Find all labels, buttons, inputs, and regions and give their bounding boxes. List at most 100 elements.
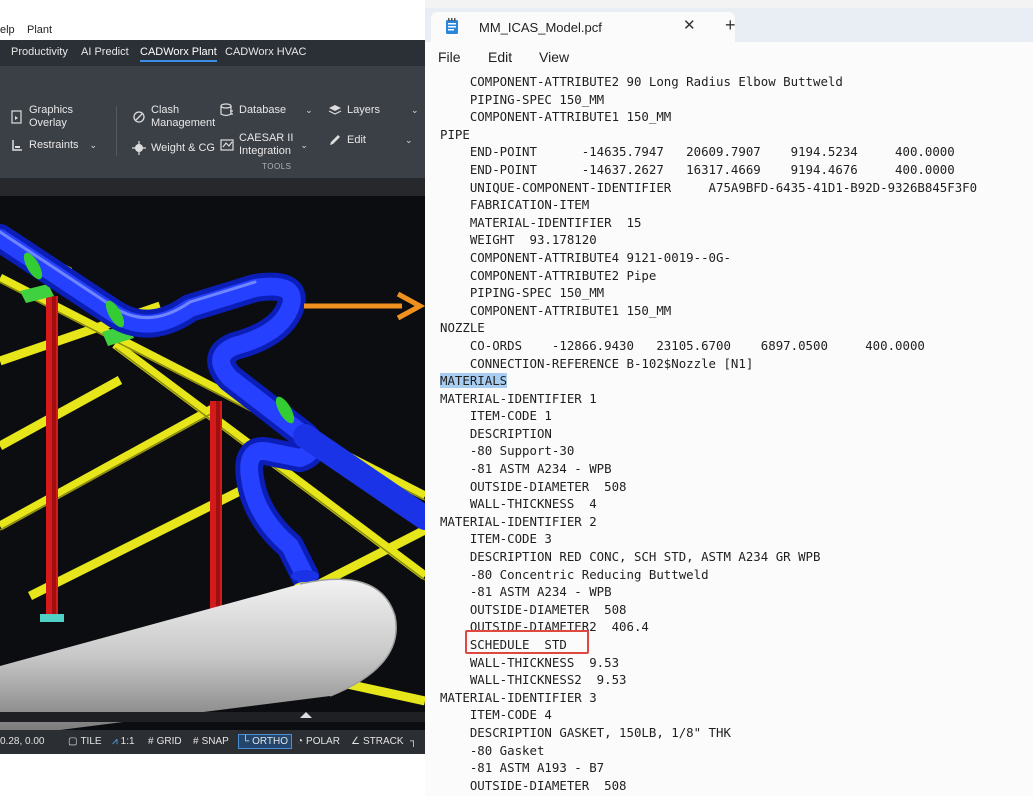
code-line: MATERIAL-IDENTIFIER 2 <box>440 513 977 531</box>
scale-icon: ⩘ <box>112 736 118 747</box>
code-line-text: MATERIAL-IDENTIFIER 2 <box>440 513 597 529</box>
ortho-icon: └ <box>242 736 250 747</box>
document-tab[interactable]: MM_ICAS_Model.pcf ✕ <box>431 12 735 42</box>
chevron-down-icon[interactable]: ⌄ <box>305 104 313 117</box>
document-tab-title: MM_ICAS_Model.pcf <box>479 20 602 35</box>
chevron-down-icon[interactable]: ⌄ <box>411 104 419 117</box>
code-line: DESCRIPTION GASKET, 150LB, 1/8" THK <box>440 724 977 742</box>
code-line: WALL-THICKNESS 4 <box>440 495 977 513</box>
code-line: OUTSIDE-DIAMETER 508 <box>440 777 977 795</box>
weight-cg-button[interactable]: Weight & CG <box>132 141 215 155</box>
code-line: ITEM-CODE 4 <box>440 706 977 724</box>
ribbon-group-label: TOOLS <box>262 162 292 171</box>
layers-button[interactable]: Layers ⌄ <box>328 103 419 117</box>
code-line: OUTSIDE-DIAMETER 508 <box>440 478 977 496</box>
clash-icon <box>133 111 145 123</box>
status-strack[interactable]: ∠ STRACK <box>351 736 404 747</box>
edit-label: Edit <box>347 133 366 146</box>
code-line-text: PIPING-SPEC 150_MM <box>440 285 605 301</box>
restraints-button[interactable]: Restraints ⌄ <box>10 138 97 152</box>
code-line: CONNECTION-REFERENCE B-102$Nozzle [N1] <box>440 355 977 373</box>
code-line: COMPONENT-ATTRIBUTE1 150_MM <box>440 108 977 126</box>
code-line-text: MATERIAL-IDENTIFIER 1 <box>440 390 597 406</box>
code-line: -81 ASTM A234 - WPB <box>440 583 977 601</box>
code-line: ITEM-CODE 1 <box>440 407 977 425</box>
3d-viewport[interactable] <box>0 196 425 730</box>
code-line-text: WALL-THICKNESS 9.53 <box>440 654 620 670</box>
code-line: PIPING-SPEC 150_MM <box>440 91 977 109</box>
graphics-overlay-label: Graphics Overlay <box>29 104 74 129</box>
code-line: COMPONENT-ATTRIBUTE4 9121-0019--0G- <box>440 249 977 267</box>
code-line: DESCRIPTION RED CONC, SCH STD, ASTM A234… <box>440 548 977 566</box>
menu-edit[interactable]: Edit <box>488 49 512 65</box>
chevron-down-icon[interactable]: ⌄ <box>405 134 413 147</box>
new-tab-icon[interactable]: + <box>725 15 736 36</box>
pcf-file-content: COMPONENT-ATTRIBUTE2 90 Long Radius Elbo… <box>440 73 977 794</box>
tab-cadworx-hvac[interactable]: CADWorx HVAC <box>225 46 307 58</box>
code-line: MATERIAL-IDENTIFIER 1 <box>440 390 977 408</box>
tab-productivity[interactable]: Productivity <box>11 46 68 58</box>
code-line: COMPONENT-ATTRIBUTE1 150_MM <box>440 302 977 320</box>
graphics-overlay-icon <box>11 110 22 124</box>
ribbon-tabs: Productivity AI Predict CADWorx Plant CA… <box>0 40 425 66</box>
viewport-scrollbar <box>0 712 425 722</box>
menu-file[interactable]: File <box>438 49 461 65</box>
status-snap[interactable]: # SNAP <box>193 736 229 747</box>
viewport-header-bar <box>0 178 425 196</box>
chevron-down-icon[interactable]: ⌄ <box>90 139 98 152</box>
caesar-icon <box>220 139 234 151</box>
status-more-icon[interactable]: ┐ <box>410 736 417 747</box>
code-line-text: ITEM-CODE 1 <box>440 408 552 424</box>
code-line: FABRICATION-ITEM <box>440 196 977 214</box>
tab-ai-predict[interactable]: AI Predict <box>81 46 129 58</box>
code-line-text: COMPONENT-ATTRIBUTE1 150_MM <box>440 302 672 318</box>
center-of-gravity-icon <box>132 141 146 155</box>
code-line: MATERIAL-IDENTIFIER 15 <box>440 214 977 232</box>
status-polar[interactable]: ◔ POLAR <box>297 736 340 747</box>
code-line-text: -81 ASTM A234 - WPB <box>440 461 612 477</box>
cad-menubar: elp Plant <box>0 20 425 40</box>
coordinate-readout: 0.28, 0.00 <box>0 736 45 747</box>
notepad-menubar: File Edit View <box>425 42 1033 72</box>
clash-management-button[interactable]: Clash Management <box>132 104 215 130</box>
menu-plant[interactable]: Plant <box>27 24 52 36</box>
close-icon[interactable]: ✕ <box>683 16 696 34</box>
ribbon-separator <box>116 106 117 156</box>
restraints-icon <box>12 140 22 151</box>
chevron-down-icon[interactable]: ⌄ <box>300 139 308 152</box>
code-line-text: COMPONENT-ATTRIBUTE1 150_MM <box>440 109 672 125</box>
notepad-icon <box>446 18 458 34</box>
text-editor[interactable]: COMPONENT-ATTRIBUTE2 90 Long Radius Elbo… <box>425 72 1033 796</box>
status-scale[interactable]: ⩘ 1:1 <box>112 736 135 747</box>
code-line-text: END-POINT -14637.2627 16317.4669 9194.46… <box>440 161 955 177</box>
graphics-overlay-button[interactable]: Graphics Overlay <box>10 104 73 130</box>
menu-help[interactable]: elp <box>0 24 15 36</box>
code-line: PIPE <box>440 126 977 144</box>
status-ortho[interactable]: └ ORTHO <box>238 734 293 749</box>
code-line-text: COMPONENT-ATTRIBUTE2 Pipe <box>440 267 657 283</box>
tab-cadworx-plant[interactable]: CADWorx Plant <box>140 46 217 62</box>
code-line-text: COMPONENT-ATTRIBUTE2 90 Long Radius Elbo… <box>440 74 843 89</box>
annotation-arrow-icon <box>304 291 426 321</box>
code-line: PIPING-SPEC 150_MM <box>440 284 977 302</box>
caesar-integration-button[interactable]: CAESAR II Integration ⌄ <box>220 132 308 158</box>
menu-view[interactable]: View <box>539 49 569 65</box>
status-label: POLAR <box>306 736 340 747</box>
database-button[interactable]: Database ⌄ <box>220 103 313 117</box>
code-line-text: -81 ASTM A234 - WPB <box>440 584 612 600</box>
selected-text: MATERIALS <box>440 373 508 389</box>
layers-icon <box>328 105 342 115</box>
edit-button[interactable]: Edit ⌄ <box>328 133 413 147</box>
code-line-text: OUTSIDE-DIAMETER 508 <box>440 601 627 617</box>
code-line-text: WALL-THICKNESS 4 <box>440 496 597 512</box>
code-line: DESCRIPTION <box>440 425 977 443</box>
status-grid[interactable]: # GRID <box>148 736 182 747</box>
snap-icon: # <box>193 736 199 747</box>
code-line-text: ITEM-CODE 4 <box>440 707 552 723</box>
code-line: ITEM-CODE 3 <box>440 530 977 548</box>
code-line-text: MATERIAL-IDENTIFIER 15 <box>440 214 642 230</box>
code-line: WALL-THICKNESS2 9.53 <box>440 671 977 689</box>
piping-model-render[interactable] <box>0 196 425 730</box>
code-line: WEIGHT 93.178120 <box>440 231 977 249</box>
status-tile[interactable]: ▢ TILE <box>68 736 102 747</box>
